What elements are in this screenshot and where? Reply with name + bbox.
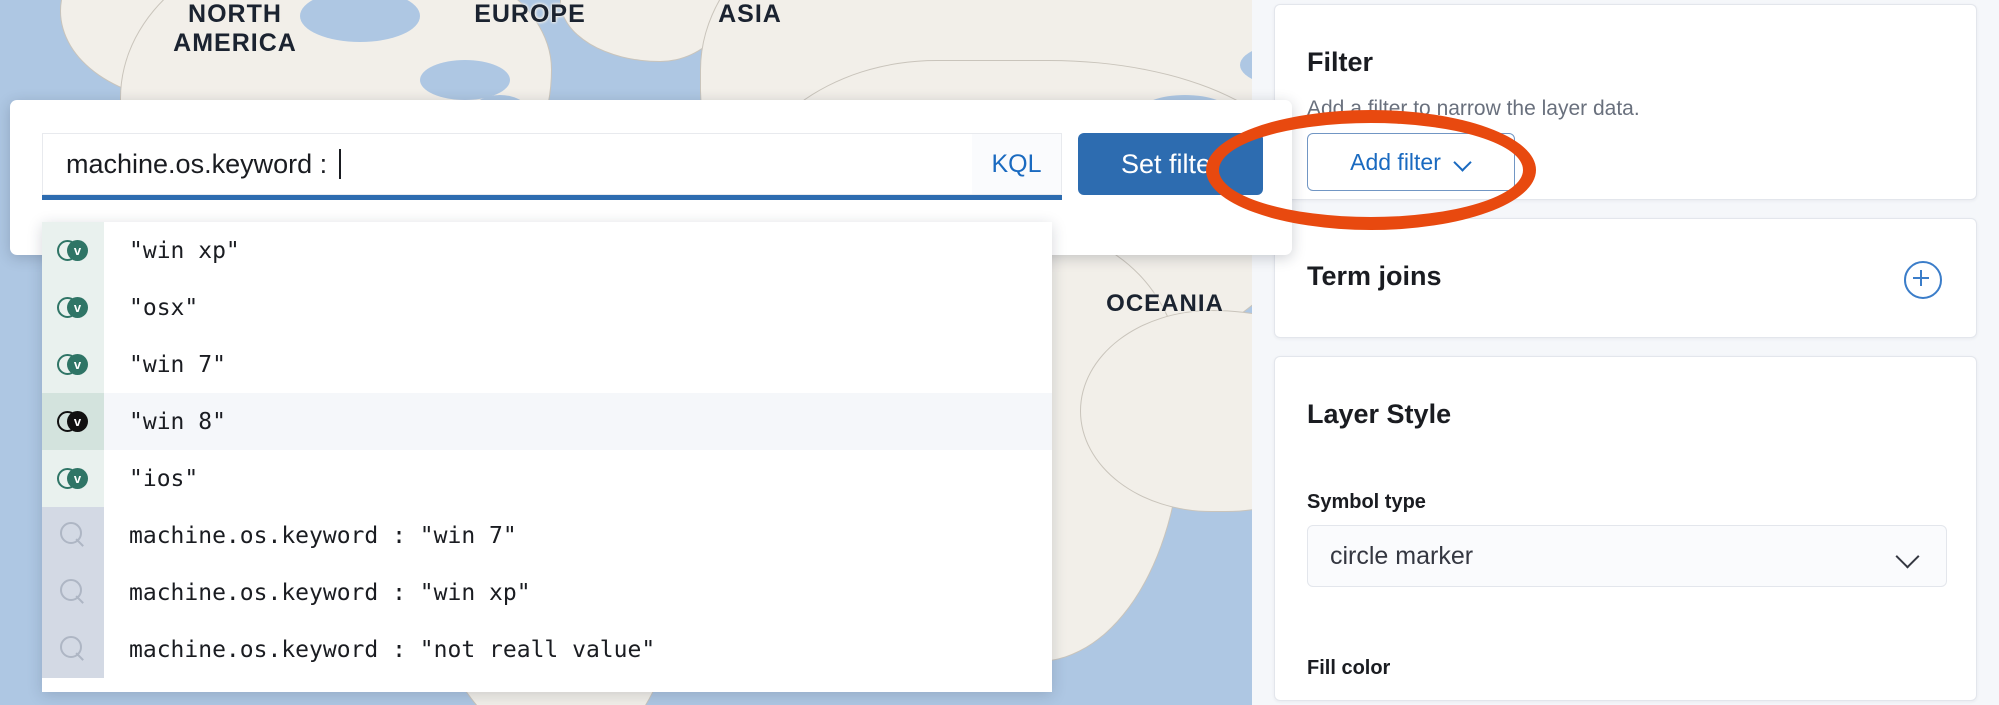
layer-style-card: Layer Style Symbol type circle marker Fi… (1274, 356, 1977, 701)
map-label-north-america: NORTH AMERICA (173, 0, 297, 57)
chevron-down-icon (1896, 544, 1920, 568)
layer-settings-panel: Filter Add a filter to narrow the layer … (1274, 0, 1999, 705)
map-label-europe: EUROPE (474, 0, 586, 28)
query-input[interactable]: machine.os.keyword : (42, 133, 1062, 195)
suggestion-item-label: machine.os.keyword : "not reall value" (129, 636, 656, 663)
add-filter-button[interactable]: Add filter (1307, 133, 1515, 191)
chevron-down-icon (1455, 154, 1472, 171)
symbol-type-label: Symbol type (1307, 491, 1426, 513)
field-value-icon-glyph: v (67, 239, 88, 261)
fill-color-label: Fill color (1307, 657, 1391, 679)
search-icon (59, 522, 87, 549)
query-suggestions-list[interactable]: v "win xp" v "osx" v "win 7" v "win 8" v "ios" mac… (42, 222, 1052, 692)
suggestion-item-label: machine.os.keyword : "win 7" (129, 522, 517, 549)
suggestion-item[interactable]: machine.os.keyword : "win 7" (42, 507, 1052, 564)
suggestion-value-icon-cell: v (42, 393, 104, 450)
query-language-badge[interactable]: KQL (972, 133, 1062, 195)
field-value-icon: v (57, 239, 89, 262)
suggestion-value-icon-cell: v (42, 222, 104, 279)
field-value-icon: v (57, 410, 89, 433)
symbol-type-value: circle marker (1330, 541, 1474, 570)
add-filter-label: Add filter (1350, 148, 1441, 175)
filter-card-title: Filter (1307, 47, 1374, 77)
suggestion-recent-icon-cell (42, 507, 104, 564)
search-icon (59, 636, 87, 663)
suggestion-item[interactable]: v "win 8" (42, 393, 1052, 450)
suggestion-item-label: machine.os.keyword : "win xp" (129, 579, 531, 606)
field-value-icon: v (57, 296, 89, 319)
suggestion-item[interactable]: v "win xp" (42, 222, 1052, 279)
text-caret (338, 149, 341, 179)
suggestion-item-label: "win 8" (129, 408, 226, 435)
map-label-asia: ASIA (718, 0, 782, 28)
suggestion-item[interactable]: machine.os.keyword : "not reall value" (42, 621, 1052, 678)
suggestion-value-icon-cell: v (42, 279, 104, 336)
suggestion-recent-icon-cell (42, 564, 104, 621)
query-input-focus-underline (42, 195, 1062, 200)
suggestion-item-label: "win xp" (129, 237, 240, 264)
symbol-type-select[interactable]: circle marker (1307, 525, 1947, 587)
layer-style-title: Layer Style (1307, 399, 1452, 429)
field-value-icon-glyph: v (67, 353, 88, 375)
field-value-icon-glyph: v (67, 410, 88, 432)
filter-card-description: Add a filter to narrow the layer data. (1307, 97, 1640, 120)
suggestion-item-label: "win 7" (129, 351, 226, 378)
suggestion-item-label: "osx" (129, 294, 199, 321)
suggestion-item[interactable]: v "osx" (42, 279, 1052, 336)
suggestion-item[interactable]: v "ios" (42, 450, 1052, 507)
search-icon (59, 579, 87, 606)
query-bar: machine.os.keyword : KQL (42, 133, 1062, 195)
term-joins-card: Term joins (1274, 218, 1977, 338)
term-joins-title: Term joins (1307, 261, 1442, 291)
suggestion-item[interactable]: machine.os.keyword : "win xp" (42, 564, 1052, 621)
suggestion-item[interactable]: v "win 7" (42, 336, 1052, 393)
add-term-join-icon[interactable] (1904, 261, 1942, 299)
suggestion-value-icon-cell: v (42, 450, 104, 507)
query-input-value: machine.os.keyword : (66, 148, 335, 179)
field-value-icon-glyph: v (67, 467, 88, 489)
field-value-icon: v (57, 467, 89, 490)
field-value-icon-glyph: v (67, 296, 88, 318)
suggestion-item-label: "ios" (129, 465, 199, 492)
lake-shape (420, 60, 510, 100)
field-value-icon: v (57, 353, 89, 376)
filter-card: Filter Add a filter to narrow the layer … (1274, 4, 1977, 200)
suggestion-recent-icon-cell (42, 621, 104, 678)
suggestion-value-icon-cell: v (42, 336, 104, 393)
map-label-oceania: OCEANIA (1106, 290, 1224, 317)
set-filter-button[interactable]: Set filter (1078, 133, 1263, 195)
